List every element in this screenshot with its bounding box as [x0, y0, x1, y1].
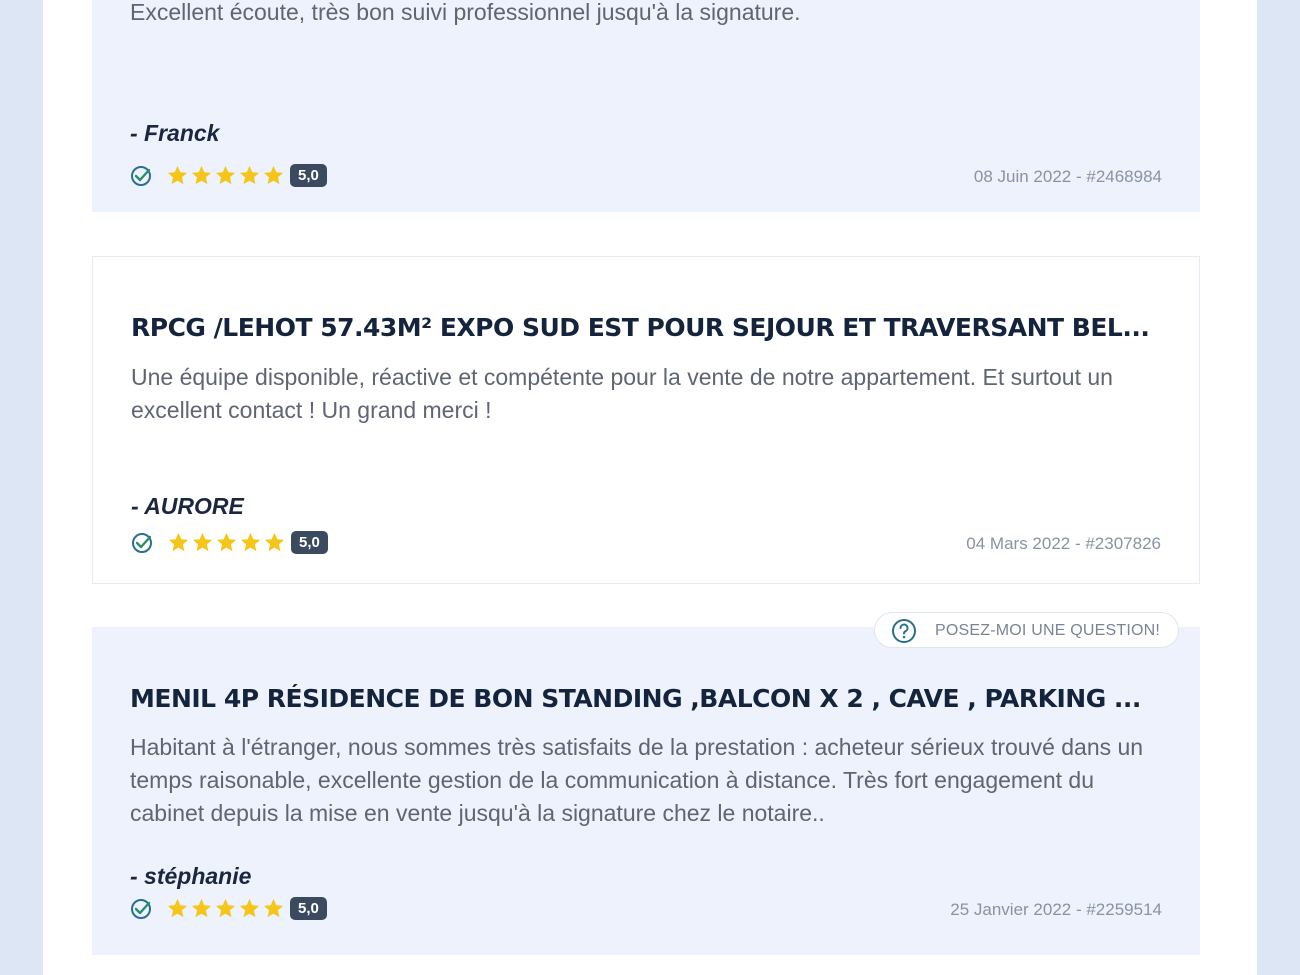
review-text: Une équipe disponible, réactive et compé…: [131, 364, 1113, 423]
verified-check-icon: [131, 899, 151, 919]
review-date: 04 Mars 2022 - #2307826: [966, 534, 1161, 553]
star-icon: [215, 898, 236, 918]
review-meta: 5,0 08 Juin 2022 - #2468984: [130, 164, 1162, 190]
review-card: MENIL 4P RÉSIDENCE DE BON STANDING ,BALC…: [92, 627, 1200, 955]
star-rating: [167, 531, 286, 555]
ask-question-label: POSEZ-MOI UNE QUESTION!: [935, 622, 1161, 639]
star-icon: [167, 165, 188, 185]
star-icon: [167, 898, 188, 918]
review-title: MENIL 4P RÉSIDENCE DE BON STANDING ,BALC…: [130, 684, 1141, 713]
reviews-page: Excellent écoute, très bon suivi profess…: [43, 0, 1257, 975]
verified-check-icon: [131, 166, 151, 186]
review-date: 25 Janvier 2022 - #2259514: [950, 900, 1162, 919]
star-icon: [216, 532, 237, 552]
review-text: Excellent écoute, très bon suivi profess…: [130, 0, 801, 25]
star-icon: [192, 532, 213, 552]
star-icon: [264, 532, 285, 552]
review-meta: 5,0 04 Mars 2022 - #2307826: [131, 531, 1161, 557]
star-icon: [240, 532, 261, 552]
review-author: - AURORE: [131, 493, 244, 519]
star-icon: [191, 898, 212, 918]
star-icon: [239, 165, 260, 185]
star-icon: [215, 165, 236, 185]
star-rating: [166, 164, 285, 188]
review-text: Habitant à l'étranger, nous sommes très …: [130, 734, 1144, 826]
ask-question-button[interactable]: POSEZ-MOI UNE QUESTION!: [874, 612, 1179, 648]
review-card: RPCG /LEHOT 57.43M² EXPO SUD EST POUR SE…: [92, 256, 1200, 584]
review-title: RPCG /LEHOT 57.43M² EXPO SUD EST POUR SE…: [131, 313, 1150, 342]
review-card: Excellent écoute, très bon suivi profess…: [92, 0, 1200, 212]
star-rating: [166, 897, 285, 921]
star-icon: [263, 898, 284, 918]
star-icon: [263, 165, 284, 185]
review-author: - Franck: [130, 120, 220, 146]
star-icon: [239, 898, 260, 918]
star-icon: [191, 165, 212, 185]
score-badge: 5,0: [290, 897, 327, 920]
score-badge: 5,0: [290, 164, 327, 187]
review-author: - stéphanie: [130, 863, 252, 889]
star-icon: [168, 532, 189, 552]
score-badge: 5,0: [291, 531, 328, 554]
review-date: 08 Juin 2022 - #2468984: [973, 167, 1162, 186]
question-circle-icon: [892, 619, 916, 643]
review-meta: 5,0 25 Janvier 2022 - #2259514: [130, 897, 1162, 923]
verified-check-icon: [132, 533, 152, 553]
